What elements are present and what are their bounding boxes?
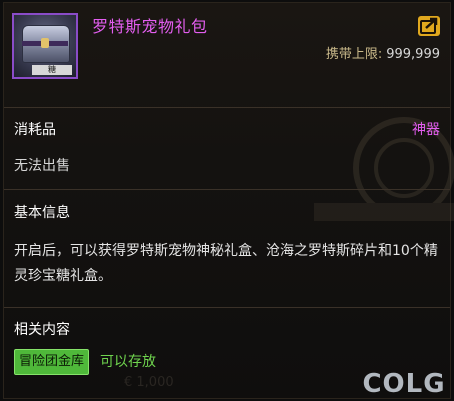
chest-lock <box>41 38 49 48</box>
colg-watermark-logo: COLG <box>362 369 445 399</box>
carry-limit: 携带上限: 999,999 <box>326 43 440 62</box>
tooltip-header: 糖 罗特斯宠物礼包 携带上限: 999,999 <box>4 3 450 95</box>
watermark-text: COLG <box>362 369 445 399</box>
carry-limit-label: 携带上限: <box>325 47 383 62</box>
divider <box>4 189 450 190</box>
background-faint-text: € 1,000 <box>124 375 174 390</box>
carry-limit-value: 999,999 <box>386 47 440 62</box>
item-tooltip-panel: 糖 罗特斯宠物礼包 携带上限: 999,999 消耗品 神器 无法出售 基本信息 … <box>3 2 454 399</box>
item-description: 开启后，可以获得罗特斯宠物神秘礼盒、沧海之罗特斯碎片和10个精灵珍宝糖礼盒。 <box>14 243 438 284</box>
divider <box>4 307 450 308</box>
item-grade: 神器 <box>412 122 440 138</box>
divider <box>4 107 450 108</box>
sell-status: 无法出售 <box>14 158 70 174</box>
icon-tag: 糖 <box>32 65 72 75</box>
section-title-basic-info: 基本信息 <box>14 205 70 221</box>
storable-text: 可以存放 <box>100 354 156 370</box>
item-type: 消耗品 <box>14 122 56 138</box>
adventure-vault-badge: 冒险团金库 <box>14 349 90 375</box>
item-name: 罗特斯宠物礼包 <box>92 17 208 36</box>
share-icon[interactable] <box>417 15 441 37</box>
section-title-related: 相关内容 <box>14 322 70 338</box>
gift-chest-icon: 糖 <box>12 13 78 79</box>
